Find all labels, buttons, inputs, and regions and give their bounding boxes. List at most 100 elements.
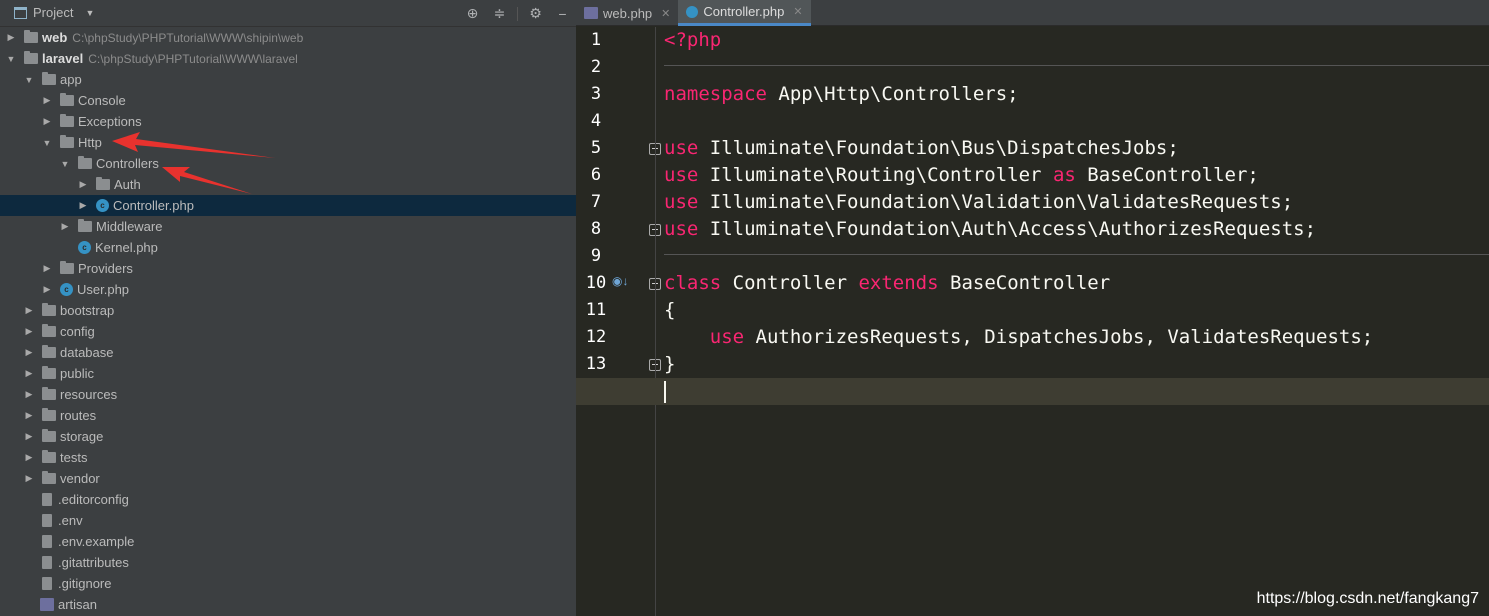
expand-right-icon[interactable]: ▶	[24, 368, 34, 379]
tree-item-public[interactable]: ▶ public	[0, 363, 576, 384]
tree-item-controller-php[interactable]: ▶ c Controller.php	[0, 195, 576, 216]
code-line[interactable]: use Illuminate\Foundation\Bus\Dispatches…	[664, 135, 1489, 162]
method-separator	[664, 254, 1489, 255]
expand-right-icon[interactable]: ▶	[78, 200, 88, 211]
folder-icon	[96, 177, 110, 190]
expand-right-icon[interactable]: ▶	[24, 347, 34, 358]
expand-right-icon[interactable]: ▶	[6, 32, 16, 43]
tree-item--gitattributes[interactable]: .gitattributes	[0, 552, 576, 573]
chevron-down-icon: ▼	[85, 7, 95, 18]
tree-item-tests[interactable]: ▶ tests	[0, 447, 576, 468]
tree-item-routes[interactable]: ▶ routes	[0, 405, 576, 426]
tree-item-console[interactable]: ▶ Console	[0, 90, 576, 111]
php-file-icon	[40, 598, 54, 611]
tab-controller-php[interactable]: Controller.php ✕	[678, 0, 811, 26]
tree-item-providers[interactable]: ▶ Providers	[0, 258, 576, 279]
expand-right-icon[interactable]: ▶	[60, 221, 70, 232]
tree-item-bootstrap[interactable]: ▶ bootstrap	[0, 300, 576, 321]
expand-right-icon[interactable]: ▶	[24, 305, 34, 316]
expand-right-icon[interactable]: ▶	[24, 473, 34, 484]
tab-web-php[interactable]: web.php ✕	[576, 0, 678, 26]
code-line[interactable]: use Illuminate\Foundation\Validation\Val…	[664, 189, 1489, 216]
code-line[interactable]	[576, 378, 1489, 405]
expand-right-icon[interactable]: ▶	[24, 389, 34, 400]
expand-right-icon[interactable]: ▶	[24, 410, 34, 421]
code-line[interactable]: <?php	[664, 27, 1489, 54]
code-line[interactable]	[664, 108, 1489, 135]
code-line[interactable]: use Illuminate\Routing\Controller as Bas…	[664, 162, 1489, 189]
tree-item-vendor[interactable]: ▶ vendor	[0, 468, 576, 489]
php-class-icon	[686, 5, 699, 18]
folder-icon	[78, 219, 92, 232]
tree-item-label: Http	[78, 135, 102, 150]
code-line[interactable]: }	[664, 351, 1489, 378]
tree-item-resources[interactable]: ▶ resources	[0, 384, 576, 405]
expand-right-icon[interactable]: ▶	[42, 95, 52, 106]
tree-item-artisan[interactable]: artisan	[0, 594, 576, 615]
folder-icon	[42, 429, 56, 442]
tree-item-label: public	[60, 366, 94, 381]
collapse-all-icon[interactable]: ≑	[486, 0, 513, 27]
folder-icon	[60, 93, 74, 106]
editor-tabs: web.php ✕ Controller.php ✕	[576, 0, 1489, 26]
tree-item-label: vendor	[60, 471, 100, 486]
tree-item-label: .gitattributes	[58, 555, 129, 570]
close-icon[interactable]: ✕	[793, 5, 802, 18]
folder-icon	[42, 324, 56, 337]
tree-item-middleware[interactable]: ▶ Middleware	[0, 216, 576, 237]
code-line[interactable]	[664, 54, 1489, 81]
tree-item-label: .env	[58, 513, 83, 528]
tree-item--editorconfig[interactable]: .editorconfig	[0, 489, 576, 510]
gear-icon[interactable]: ⚙	[522, 0, 549, 27]
tree-item-storage[interactable]: ▶ storage	[0, 426, 576, 447]
close-icon[interactable]: ✕	[661, 7, 670, 20]
expand-right-icon[interactable]: ▶	[42, 116, 52, 127]
code-line[interactable]: {	[664, 297, 1489, 324]
expand-right-icon[interactable]: ▶	[42, 263, 52, 274]
tree-item-label: laravel	[42, 51, 84, 66]
code-line[interactable]: use AuthorizesRequests, DispatchesJobs, …	[664, 324, 1489, 351]
tree-item-auth[interactable]: ▶ Auth	[0, 174, 576, 195]
tree-item--env-example[interactable]: .env.example	[0, 531, 576, 552]
tree-item-exceptions[interactable]: ▶ Exceptions	[0, 111, 576, 132]
expand-right-icon[interactable]: ▶	[78, 179, 88, 190]
tree-item-user-php[interactable]: ▶ c User.php	[0, 279, 576, 300]
expand-down-icon[interactable]: ▼	[6, 54, 16, 64]
tree-item-web[interactable]: ▶ web C:\phpStudy\PHPTutorial\WWW\shipin\w…	[0, 27, 576, 48]
watermark: https://blog.csdn.net/fangkang7	[1256, 590, 1479, 607]
code-line[interactable]	[664, 243, 1489, 270]
expand-right-icon[interactable]: ▶	[42, 284, 52, 295]
tree-item-app[interactable]: ▼ app	[0, 69, 576, 90]
expand-down-icon[interactable]: ▼	[42, 138, 52, 148]
tab-label: Controller.php	[703, 4, 785, 19]
locate-icon[interactable]: ⊕	[459, 0, 486, 27]
expand-down-icon[interactable]: ▼	[60, 159, 70, 169]
hide-icon[interactable]: −	[549, 0, 576, 27]
tree-item--env[interactable]: .env	[0, 510, 576, 531]
tree-item-http[interactable]: ▼ Http	[0, 132, 576, 153]
file-icon	[42, 493, 52, 506]
tree-item-laravel[interactable]: ▼ laravel C:\phpStudy\PHPTutorial\WWW\lara…	[0, 48, 576, 69]
file-icon	[42, 577, 52, 590]
tree-item--gitignore[interactable]: .gitignore	[0, 573, 576, 594]
tree-item-label: Controllers	[96, 156, 159, 171]
tree-item-label: storage	[60, 429, 104, 444]
expand-right-icon[interactable]: ▶	[24, 431, 34, 442]
expand-down-icon[interactable]: ▼	[24, 75, 34, 85]
tree-item-label: tests	[60, 450, 88, 465]
tree-item-config[interactable]: ▶ config	[0, 321, 576, 342]
line-number: 11	[585, 300, 607, 320]
implementation-marker-icon[interactable]: ◉↓	[612, 274, 628, 288]
folder-icon	[24, 30, 38, 43]
tree-item-database[interactable]: ▶ database	[0, 342, 576, 363]
tree-item-controllers[interactable]: ▼ Controllers	[0, 153, 576, 174]
line-number: 2	[590, 57, 602, 77]
expand-right-icon[interactable]: ▶	[24, 452, 34, 463]
code-line[interactable]: class Controller extends BaseController	[664, 270, 1489, 297]
code-line[interactable]: namespace App\Http\Controllers;	[664, 81, 1489, 108]
tree-item-kernel-php[interactable]: c Kernel.php	[0, 237, 576, 258]
code-line[interactable]: use Illuminate\Foundation\Auth\Access\Au…	[664, 216, 1489, 243]
folder-icon	[78, 156, 92, 169]
expand-right-icon[interactable]: ▶	[24, 326, 34, 337]
project-view-selector[interactable]: Project ▼	[14, 5, 94, 20]
